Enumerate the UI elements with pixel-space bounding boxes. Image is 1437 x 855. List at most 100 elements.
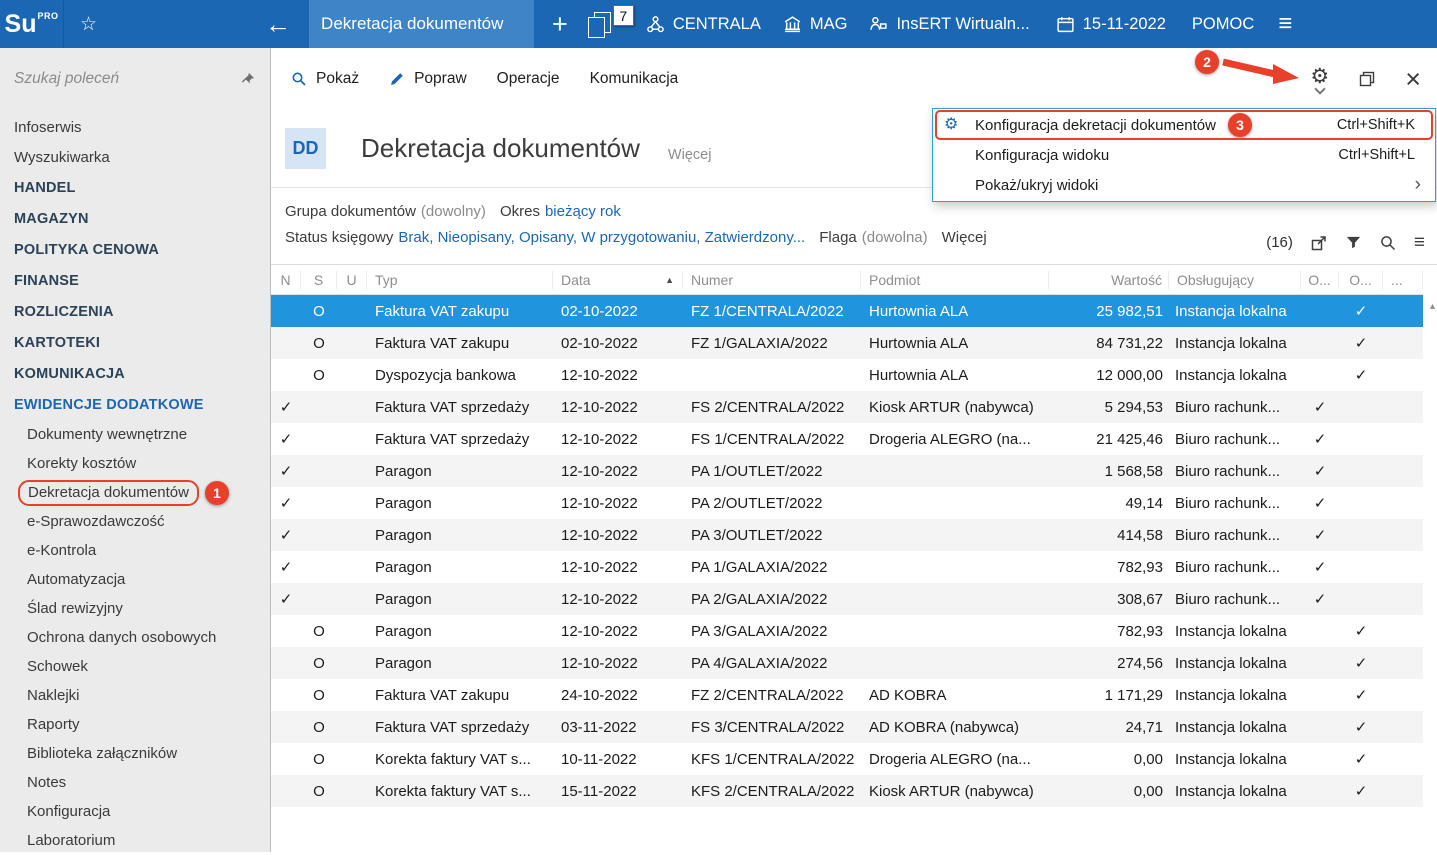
app-logo[interactable]: SuPRO <box>0 0 64 48</box>
filter-funnel-icon[interactable] <box>1345 234 1362 251</box>
table-row[interactable]: ✓Faktura VAT sprzedaży12-10-2022FS 2/CEN… <box>271 391 1423 423</box>
cell-podmiot: Hurtownia ALA <box>861 335 1049 352</box>
toolbar-poka[interactable]: Pokaż <box>291 70 359 88</box>
cell-data: 02-10-2022 <box>553 303 683 320</box>
sidebar-item-finanse[interactable]: FINANSE <box>0 265 270 296</box>
column-header-typ[interactable]: Typ <box>367 271 553 289</box>
table-header: NSUTypData▲NumerPodmiotWartośćObsługując… <box>271 265 1423 295</box>
table-row[interactable]: ODyspozycja bankowa12-10-2022Hurtownia A… <box>271 359 1423 391</box>
export-icon[interactable] <box>1310 234 1328 252</box>
new-tab-button[interactable]: + <box>552 11 568 38</box>
sidebar-item-handel[interactable]: HANDEL <box>0 172 270 203</box>
filter-status-label[interactable]: Status księgowy <box>285 229 393 246</box>
filter-group-value[interactable]: (dowolny) <box>421 203 486 220</box>
column-header-item[interactable]: ... <box>1383 271 1423 289</box>
sidebar-item-wyszukiwarka[interactable]: Wyszukiwarka <box>0 142 270 172</box>
table-row[interactable]: OFaktura VAT zakupu02-10-2022FZ 1/GALAXI… <box>271 327 1423 359</box>
back-arrow-icon[interactable]: ← <box>265 11 291 37</box>
column-header-podmiot[interactable]: Podmiot <box>861 271 1049 289</box>
table-row[interactable]: OKorekta faktury VAT s...15-11-2022KFS 2… <box>271 775 1423 807</box>
settings-gear-button[interactable]: ⚙ <box>1310 66 1329 93</box>
column-header-numer[interactable]: Numer <box>683 271 861 289</box>
check-icon: ✓ <box>1355 303 1368 320</box>
column-header-obs-uguj-cy[interactable]: Obsługujący <box>1169 271 1301 289</box>
table-row[interactable]: OFaktura VAT zakupu02-10-2022FZ 1/CENTRA… <box>271 295 1423 327</box>
sidebar-item-raporty[interactable]: Raporty <box>0 710 270 739</box>
filter-group-label[interactable]: Grupa dokumentów <box>285 203 416 220</box>
documents-copies-icon[interactable]: 7 <box>586 12 620 36</box>
table-row[interactable]: ✓Paragon12-10-2022PA 1/OUTLET/20221 568,… <box>271 455 1423 487</box>
restore-window-icon[interactable] <box>1359 71 1375 87</box>
topbar-mag[interactable]: MAG <box>783 15 848 34</box>
sidebar-item-e-kontrola[interactable]: e-Kontrola <box>0 536 270 565</box>
menu-item-poka-ukryj-widoki[interactable]: Pokaż/ukryj widoki› <box>933 170 1435 200</box>
sidebar-item-kartoteki[interactable]: KARTOTEKI <box>0 327 270 358</box>
command-search-input[interactable]: Szukaj poleceń <box>0 48 270 110</box>
column-header-o[interactable]: O... <box>1339 271 1383 289</box>
column-header-data[interactable]: Data▲ <box>553 271 683 289</box>
sidebar-item-automatyzacja[interactable]: Automatyzacja <box>0 565 270 594</box>
title-more-link[interactable]: Więcej <box>668 147 712 163</box>
search-list-icon[interactable] <box>1379 234 1397 252</box>
filter-more-link[interactable]: Więcej <box>942 229 987 246</box>
cell-obslugujacy: Biuro rachunk... <box>1169 463 1301 480</box>
scrollbar-up-icon[interactable]: ▴ <box>1430 301 1435 312</box>
cell-numer: FZ 2/CENTRALA/2022 <box>683 687 861 704</box>
column-header-warto[interactable]: Wartość <box>1049 271 1169 289</box>
close-icon[interactable]: × <box>1405 66 1421 93</box>
toolbar-komunikacja[interactable]: Komunikacja <box>590 70 679 88</box>
filter-period-value[interactable]: bieżący rok <box>545 203 621 220</box>
topbar-help[interactable]: POMOC <box>1192 15 1254 34</box>
sidebar-item-biblioteka-za-cznik-w[interactable]: Biblioteka załączników <box>0 739 270 768</box>
table-row[interactable]: OParagon12-10-2022PA 3/GALAXIA/2022782,9… <box>271 615 1423 647</box>
list-menu-icon[interactable]: ≡ <box>1414 233 1425 252</box>
menu-item-konfiguracja-widoku[interactable]: Konfiguracja widokuCtrl+Shift+L <box>933 140 1435 170</box>
sidebar-item-dokumenty-wewn-trzne[interactable]: Dokumenty wewnętrzne <box>0 420 270 449</box>
column-header-s[interactable]: S <box>301 271 337 289</box>
sidebar-item-notes[interactable]: Notes <box>0 768 270 797</box>
sidebar-item-lad-rewizyjny[interactable]: Ślad rewizyjny <box>0 594 270 623</box>
favorites-star-icon[interactable]: ☆ <box>80 15 97 34</box>
column-header-o[interactable]: O... <box>1301 271 1339 289</box>
sidebar-item-polityka-cenowa[interactable]: POLITYKA CENOWA <box>0 234 270 265</box>
sidebar-item-dekretacja-dokument-w[interactable]: Dekretacja dokumentów1 <box>0 478 270 507</box>
table-row[interactable]: ✓Paragon12-10-2022PA 3/OUTLET/2022414,58… <box>271 519 1423 551</box>
sidebar-item-korekty-koszt-w[interactable]: Korekty kosztów <box>0 449 270 478</box>
table-row[interactable]: OKorekta faktury VAT s...10-11-2022KFS 1… <box>271 743 1423 775</box>
table-row[interactable]: ✓Paragon12-10-2022PA 2/OUTLET/202249,14B… <box>271 487 1423 519</box>
filter-flag-label[interactable]: Flaga <box>819 229 857 246</box>
sidebar-item-ochrona-danych-osobowych[interactable]: Ochrona danych osobowych <box>0 623 270 652</box>
menu-item-konfiguracja-dekretacji-dokument-w[interactable]: ⚙Konfiguracja dekretacji dokumentów3Ctrl… <box>933 110 1435 140</box>
sidebar-item-konfiguracja[interactable]: Konfiguracja <box>0 797 270 826</box>
table-row[interactable]: OParagon12-10-2022PA 4/GALAXIA/2022274,5… <box>271 647 1423 679</box>
cell-obslugujacy: Instancja lokalna <box>1169 687 1301 704</box>
table-row[interactable]: ✓Faktura VAT sprzedaży12-10-2022FS 1/CEN… <box>271 423 1423 455</box>
toolbar-popraw[interactable]: Popraw <box>389 70 467 88</box>
sidebar-item-e-sprawozdawczo[interactable]: e-Sprawozdawczość <box>0 507 270 536</box>
topbar-user[interactable]: InsERT Wirtualn... <box>869 15 1029 34</box>
table-row[interactable]: OFaktura VAT zakupu24-10-2022FZ 2/CENTRA… <box>271 679 1423 711</box>
filter-period-label[interactable]: Okres <box>500 203 540 220</box>
filter-flag-value[interactable]: (dowolna) <box>862 229 928 246</box>
filter-status-value[interactable]: Brak, Nieopisany, Opisany, W przygotowan… <box>398 229 805 246</box>
sidebar-item-komunikacja[interactable]: KOMUNIKACJA <box>0 358 270 389</box>
sidebar-item-laboratorium[interactable]: Laboratorium <box>0 826 270 855</box>
sidebar-item-infoserwis[interactable]: Infoserwis <box>0 112 270 142</box>
sidebar-item-label: FINANSE <box>14 273 79 289</box>
sidebar-item-ewidencje-dodatkowe[interactable]: EWIDENCJE DODATKOWE <box>0 389 270 420</box>
sidebar-item-naklejki[interactable]: Naklejki <box>0 681 270 710</box>
pin-icon[interactable] <box>239 71 256 88</box>
table-row[interactable]: ✓Paragon12-10-2022PA 2/GALAXIA/2022308,6… <box>271 583 1423 615</box>
sidebar-item-rozliczenia[interactable]: ROZLICZENIA <box>0 296 270 327</box>
sidebar-item-magazyn[interactable]: MAGAZYN <box>0 203 270 234</box>
table-row[interactable]: OFaktura VAT sprzedaży03-11-2022FS 3/CEN… <box>271 711 1423 743</box>
topbar-centrala[interactable]: CENTRALA <box>646 15 761 34</box>
active-tab[interactable]: Dekretacja dokumentów <box>309 0 534 48</box>
column-header-n[interactable]: N <box>271 271 301 289</box>
topbar-date[interactable]: 15-11-2022 <box>1056 15 1166 34</box>
column-header-u[interactable]: U <box>337 271 367 289</box>
toolbar-operacje[interactable]: Operacje <box>497 70 560 88</box>
table-row[interactable]: ✓Paragon12-10-2022PA 1/GALAXIA/2022782,9… <box>271 551 1423 583</box>
hamburger-menu-icon[interactable]: ≡ <box>1278 12 1292 36</box>
sidebar-item-schowek[interactable]: Schowek <box>0 652 270 681</box>
